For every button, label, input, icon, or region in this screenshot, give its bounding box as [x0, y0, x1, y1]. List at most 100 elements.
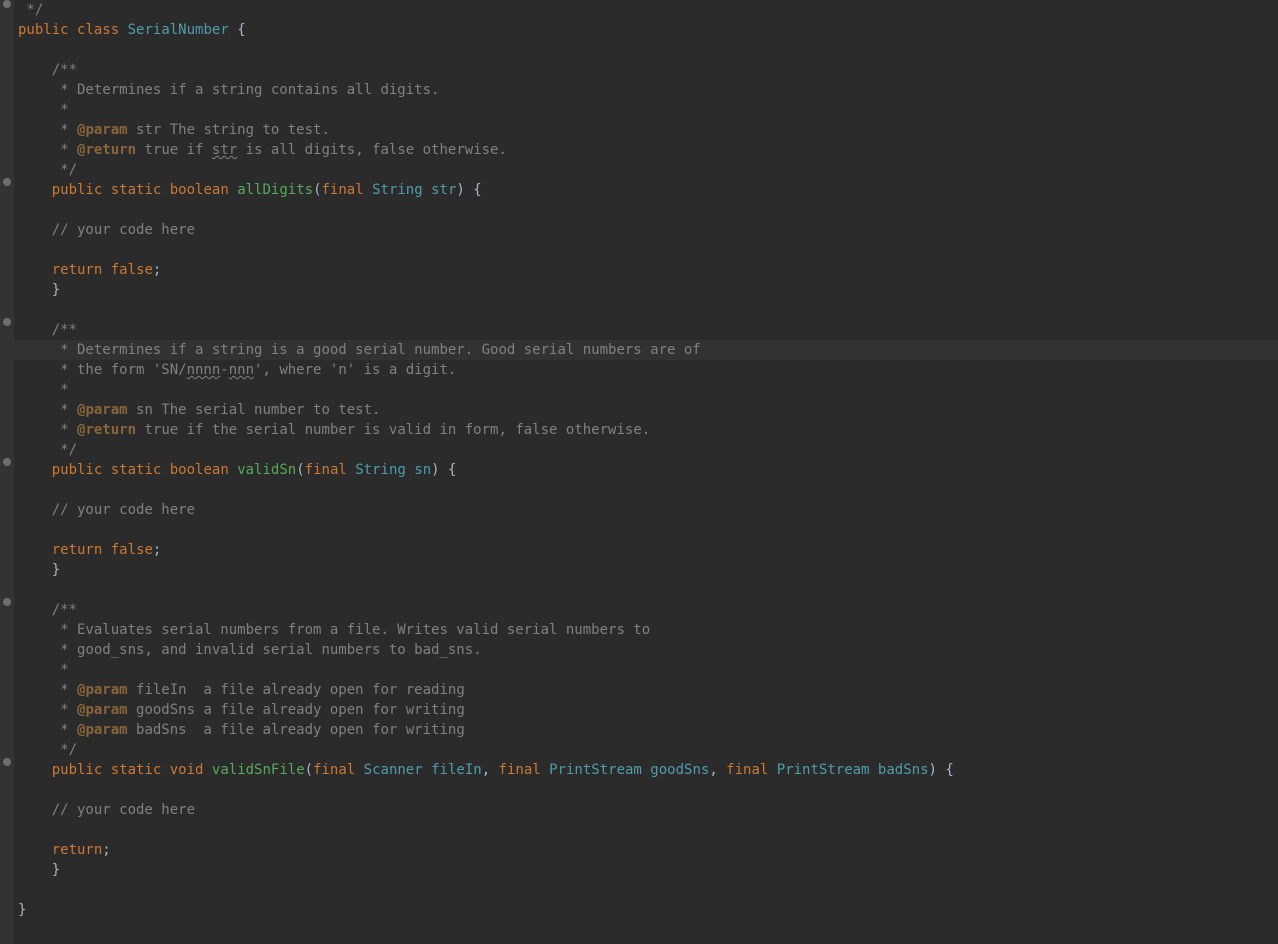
code-line[interactable]: // your code here: [14, 800, 1278, 820]
code-token: Scanner: [364, 762, 423, 778]
code-token: @param: [77, 402, 128, 418]
code-token: [69, 22, 77, 38]
code-token: *: [52, 102, 69, 118]
code-line[interactable]: }: [14, 280, 1278, 300]
gutter-marker-icon[interactable]: [3, 458, 11, 466]
code-line[interactable]: public class SerialNumber {: [14, 20, 1278, 40]
code-line[interactable]: return;: [14, 840, 1278, 860]
code-token: return: [52, 262, 103, 278]
code-token: }: [18, 902, 26, 918]
code-token: /**: [52, 322, 77, 338]
gutter-marker-icon[interactable]: [3, 598, 11, 606]
code-line[interactable]: * @param sn The serial number to test.: [14, 400, 1278, 420]
code-token: PrintStream: [777, 762, 870, 778]
editor-gutter[interactable]: [0, 0, 14, 944]
code-line[interactable]: *: [14, 660, 1278, 680]
code-token: [406, 462, 414, 478]
code-token: final: [726, 762, 768, 778]
code-token: @param: [77, 682, 128, 698]
gutter-marker-icon[interactable]: [3, 178, 11, 186]
code-token: // your code here: [52, 802, 195, 818]
code-token: ;: [153, 542, 161, 558]
code-token: */: [52, 742, 77, 758]
code-token: *: [52, 122, 77, 138]
code-line[interactable]: * good_sns, and invalid serial numbers t…: [14, 640, 1278, 660]
code-token: */: [18, 2, 43, 18]
code-line[interactable]: // your code here: [14, 500, 1278, 520]
code-token: String: [372, 182, 423, 198]
code-line[interactable]: */: [14, 160, 1278, 180]
code-line[interactable]: [14, 880, 1278, 900]
code-token: [161, 462, 169, 478]
code-token: SerialNumber: [128, 22, 229, 38]
code-line[interactable]: * @return true if str is all digits, fal…: [14, 140, 1278, 160]
code-line[interactable]: [14, 580, 1278, 600]
code-token: str The string to test.: [128, 122, 330, 138]
code-line[interactable]: return false;: [14, 540, 1278, 560]
code-token: -: [220, 362, 228, 378]
code-line[interactable]: [14, 200, 1278, 220]
code-line[interactable]: return false;: [14, 260, 1278, 280]
code-line[interactable]: public static boolean validSn(final Stri…: [14, 460, 1278, 480]
code-line[interactable]: [14, 300, 1278, 320]
code-line[interactable]: * the form 'SN/nnnn-nnn', where 'n' is a…: [14, 360, 1278, 380]
code-line[interactable]: [14, 240, 1278, 260]
code-token: [423, 762, 431, 778]
code-line[interactable]: [14, 780, 1278, 800]
gutter-marker-icon[interactable]: [3, 0, 11, 8]
code-token: [229, 462, 237, 478]
code-token: public: [18, 22, 69, 38]
code-line[interactable]: */: [14, 0, 1278, 20]
code-token: ,: [482, 762, 499, 778]
code-line[interactable]: */: [14, 740, 1278, 760]
code-line[interactable]: * @return true if the serial number is v…: [14, 420, 1278, 440]
code-line[interactable]: * @param goodSns a file already open for…: [14, 700, 1278, 720]
code-line[interactable]: * @param str The string to test.: [14, 120, 1278, 140]
code-token: // your code here: [52, 222, 195, 238]
code-token: *: [52, 702, 77, 718]
code-token: [423, 182, 431, 198]
code-line[interactable]: }: [14, 560, 1278, 580]
code-line[interactable]: [14, 520, 1278, 540]
code-line[interactable]: * Determines if a string contains all di…: [14, 80, 1278, 100]
code-line[interactable]: */: [14, 440, 1278, 460]
code-token: false: [111, 262, 153, 278]
code-token: PrintStream: [549, 762, 642, 778]
code-token: @param: [77, 722, 128, 738]
code-line[interactable]: /**: [14, 320, 1278, 340]
code-token: public: [52, 182, 103, 198]
code-token: // your code here: [52, 502, 195, 518]
code-line[interactable]: public static boolean allDigits(final St…: [14, 180, 1278, 200]
code-line[interactable]: [14, 40, 1278, 60]
code-token: goodSns a file already open for writing: [128, 702, 465, 718]
code-token: (: [296, 462, 304, 478]
code-token: /**: [52, 62, 77, 78]
code-token: @param: [77, 702, 128, 718]
code-token: fileIn a file already open for reading: [128, 682, 465, 698]
code-token: is all digits, false otherwise.: [237, 142, 507, 158]
code-line[interactable]: }: [14, 900, 1278, 920]
code-line[interactable]: * @param fileIn a file already open for …: [14, 680, 1278, 700]
code-line[interactable]: * Determines if a string is a good seria…: [14, 340, 1278, 360]
code-token: */: [52, 162, 77, 178]
code-token: [102, 182, 110, 198]
code-token: true if: [136, 142, 212, 158]
code-token: *: [52, 682, 77, 698]
gutter-marker-icon[interactable]: [3, 758, 11, 766]
code-line[interactable]: *: [14, 380, 1278, 400]
code-line[interactable]: /**: [14, 600, 1278, 620]
code-editor-content[interactable]: */ public class SerialNumber { /** * Dete…: [14, 0, 1278, 920]
code-line[interactable]: * @param badSns a file already open for …: [14, 720, 1278, 740]
code-token: void: [170, 762, 204, 778]
code-line[interactable]: * Evaluates serial numbers from a file. …: [14, 620, 1278, 640]
code-line[interactable]: [14, 480, 1278, 500]
code-line[interactable]: /**: [14, 60, 1278, 80]
code-line[interactable]: // your code here: [14, 220, 1278, 240]
code-token: * the form 'SN/: [52, 362, 187, 378]
code-line[interactable]: [14, 820, 1278, 840]
code-token: validSnFile: [212, 762, 305, 778]
gutter-marker-icon[interactable]: [3, 318, 11, 326]
code-line[interactable]: *: [14, 100, 1278, 120]
code-line[interactable]: }: [14, 860, 1278, 880]
code-line[interactable]: public static void validSnFile(final Sca…: [14, 760, 1278, 780]
